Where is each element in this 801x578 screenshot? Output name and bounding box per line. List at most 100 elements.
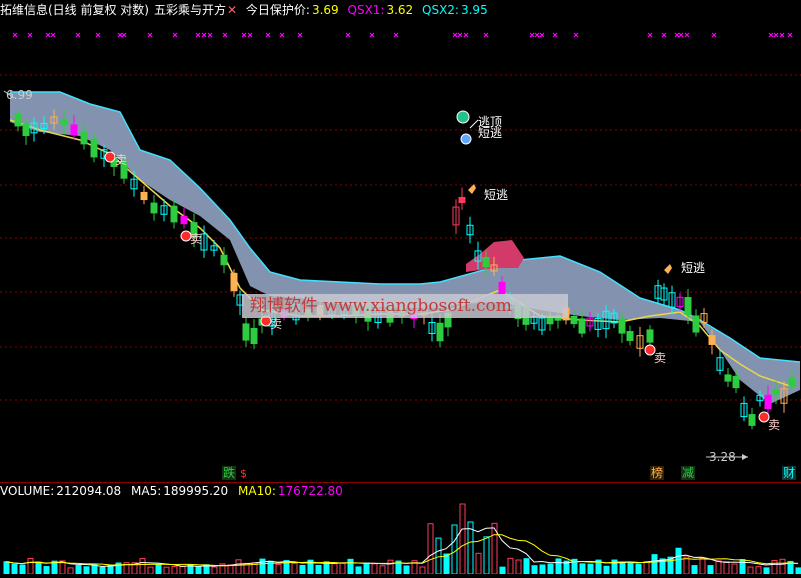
candle-body-75 (692, 315, 700, 333)
x-marker-4 (50, 32, 56, 38)
volume-bar-4 (27, 558, 34, 575)
price-chart-svg (0, 32, 801, 460)
volume-bar-64 (507, 557, 514, 575)
candle-body-14 (140, 191, 148, 201)
x-marker-9 (147, 32, 153, 38)
candle-body-85 (772, 389, 780, 395)
volume-bar-82 (651, 554, 658, 575)
candle-body-69 (646, 329, 654, 343)
indicator-name: 五彩乘与开方 (154, 3, 227, 17)
volume-bar-95 (755, 566, 762, 575)
x-marker-40 (779, 32, 785, 38)
volume-bar-65 (515, 559, 522, 575)
volume-bar-91 (723, 561, 730, 575)
volume-bar-86 (683, 556, 690, 575)
x-marker-15 (241, 32, 247, 38)
sell-signal-dot-1 (104, 151, 116, 163)
x-marker-35 (678, 32, 684, 38)
watermark-text: 翔博软件 www.xiangbosoft.com (250, 296, 512, 316)
x-marker-20 (345, 32, 351, 38)
volume-bar-58 (459, 503, 466, 575)
candle-body-61 (578, 318, 586, 334)
pressure-band (10, 92, 800, 404)
candle-body-82 (748, 414, 756, 426)
dollar-tag[interactable]: $ (240, 467, 247, 481)
list-tag[interactable]: 榜 (650, 466, 665, 480)
volume-chart-svg (3, 503, 801, 575)
ma10-label: MA10: (238, 484, 276, 498)
x-marker-7 (117, 32, 123, 38)
x-marker-19 (297, 32, 303, 38)
volume-bar-78 (619, 561, 626, 575)
x-marker-1 (12, 32, 18, 38)
sell-label-1: 卖 (115, 153, 128, 167)
x-marker-8 (121, 32, 127, 38)
volume-bar-55 (435, 537, 442, 575)
volume-bar-56 (443, 553, 450, 575)
candle-body-66 (618, 318, 626, 334)
candle-body-22 (220, 254, 228, 266)
x-marker-16 (247, 32, 253, 38)
volume-bar-38 (299, 564, 306, 575)
volume-bar-10 (75, 565, 82, 575)
volume-bar-63 (499, 566, 506, 575)
volume-bar-92 (731, 563, 738, 575)
x-marker-14 (222, 32, 228, 38)
volume-bar-25 (195, 566, 202, 575)
candle-body-51 (498, 281, 506, 295)
candle-body-7 (70, 124, 78, 136)
volume-bar-100 (795, 567, 801, 575)
x-marker-38 (768, 32, 774, 38)
candle-body-80 (732, 375, 740, 389)
volume-bar-90 (715, 560, 722, 575)
sell-label-3: 卖 (270, 317, 283, 331)
x-marker-5 (75, 32, 81, 38)
fall-tag[interactable]: 跌 (222, 466, 237, 480)
volume-bar-14 (107, 564, 114, 575)
candle-body-25 (242, 323, 250, 341)
candle-body-9 (90, 138, 98, 158)
volume-bar-73 (579, 563, 586, 575)
volume-bar-94 (747, 566, 754, 575)
volume-bar-6 (43, 566, 50, 575)
volume-chart-area[interactable] (0, 500, 801, 575)
ma10-value: 176722.80 (277, 484, 343, 498)
x-marker-27 (529, 32, 535, 38)
volume-bar-68 (539, 564, 546, 575)
reduce-tag[interactable]: 减 (681, 466, 696, 480)
price-chart-area[interactable]: 6.99 3.28 翔博软件 www.xiangbosoft.com 逃顶 短逃… (0, 20, 801, 482)
x-marker-21 (369, 32, 375, 38)
volume-bar-30 (235, 559, 242, 575)
candle-body-8 (80, 131, 88, 145)
volume-bar-13 (99, 566, 106, 575)
candle-body-49 (482, 256, 490, 268)
close-indicator-icon[interactable]: ✕ (227, 3, 237, 17)
volume-bar-70 (555, 558, 562, 575)
volume-bar-61 (483, 536, 490, 575)
finance-tag[interactable]: 财 (782, 466, 797, 480)
candle-body-46 (458, 196, 466, 204)
volume-bar-79 (627, 561, 634, 575)
volume-bar-27 (211, 566, 218, 575)
x-marker-12 (201, 32, 207, 38)
volume-bar-43 (339, 562, 346, 575)
volume-bar-76 (603, 565, 610, 575)
candle-body-87 (788, 377, 796, 387)
x-marker-34 (674, 32, 680, 38)
sell-label-5: 卖 (768, 418, 781, 432)
volume-bar-46 (363, 562, 370, 575)
x-marker-13 (207, 32, 213, 38)
x-marker-22 (393, 32, 399, 38)
x-marker-26 (483, 32, 489, 38)
x-marker-2 (27, 32, 33, 38)
candle-body-17 (170, 205, 178, 223)
x-marker-6 (95, 32, 101, 38)
volume-bar-11 (83, 566, 90, 575)
qsx1-value: 3.62 (386, 3, 414, 17)
candle-body-84 (764, 394, 772, 410)
volume-bar-49 (387, 559, 394, 575)
volume-bar-40 (315, 564, 322, 575)
chart-header: 拓维信息(日线 前复权 对数) 五彩乘与开方✕ 今日保护价: 3.69 QSX1: 3… (0, 0, 801, 20)
volume-bar-37 (291, 562, 298, 575)
volume-bar-1 (3, 561, 10, 575)
